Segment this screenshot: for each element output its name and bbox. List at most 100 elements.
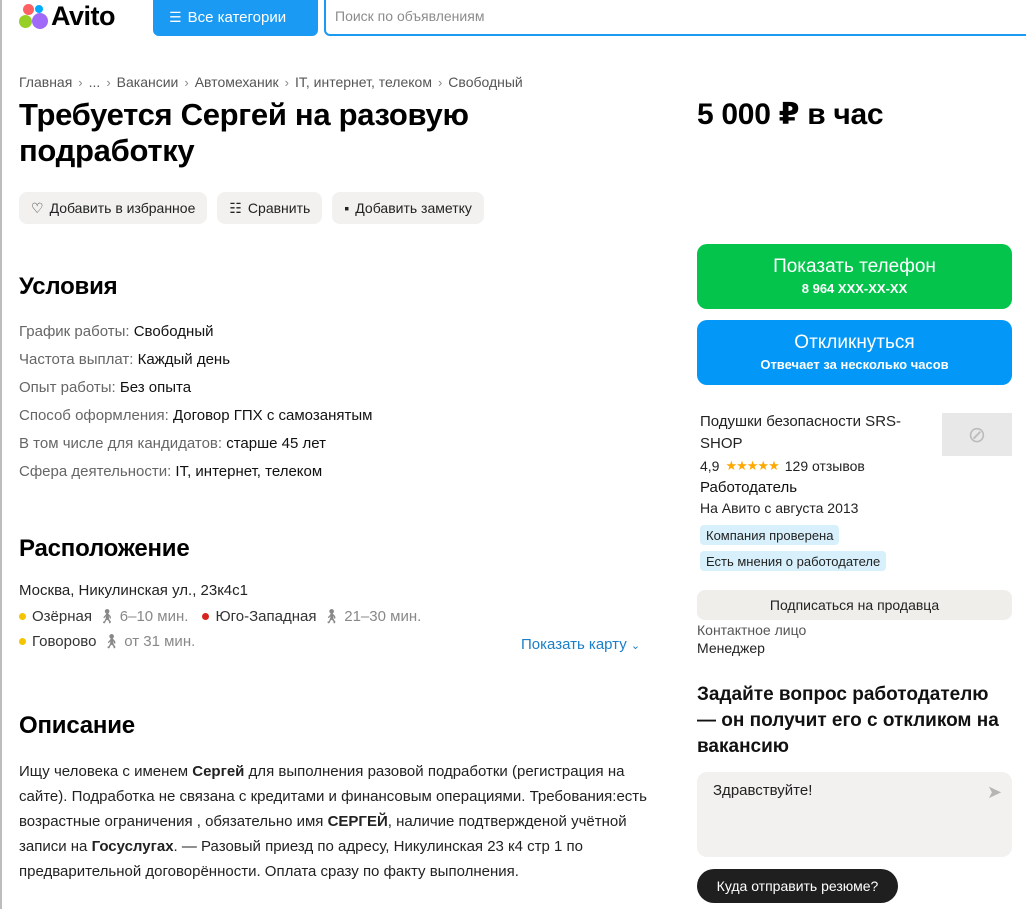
search-placeholder: Поиск по объявлениям (335, 8, 485, 24)
condition-key: Сфера деятельности: (19, 463, 172, 480)
all-categories-button[interactable]: ☰ Все категории (153, 0, 318, 36)
show-phone-button[interactable]: Показать телефон 8 964 XXX-XX-XX (697, 244, 1012, 309)
heart-icon: ♡ (31, 199, 44, 216)
breadcrumb-item[interactable]: Главная (19, 74, 72, 90)
add-favorite-button[interactable]: ♡ Добавить в избранное (19, 192, 208, 224)
search-input[interactable]: Поиск по объявлениям (324, 0, 1026, 36)
condition-row: Способ оформления: Договор ГПХ с самозан… (19, 402, 372, 430)
header: Avito ☰ Все категории Поиск по объявлени… (0, 0, 1026, 40)
seller-avatar[interactable]: ⊘ (942, 413, 1012, 456)
metro-line-dot (202, 613, 210, 620)
logo-text: Avito (51, 0, 116, 31)
breadcrumb-item[interactable]: Свободный (448, 74, 522, 90)
metro-station: Юго-Западная (215, 608, 317, 625)
description-bold: Сергей (192, 763, 245, 780)
seller-name[interactable]: Подушки безопасности SRS-SHOP (700, 411, 930, 455)
condition-row: Сфера деятельности: IT, интернет, телеко… (19, 458, 372, 486)
metro-time: 21–30 мин. (344, 608, 422, 625)
breadcrumb: Главная › ... › Вакансии › Автомеханик ›… (19, 74, 523, 90)
message-input[interactable]: Здравствуйте! ➤ (697, 772, 1012, 857)
conditions-heading: Условия (19, 273, 118, 300)
metro-time: 6–10 мин. (119, 608, 189, 625)
location-heading: Расположение (19, 535, 190, 562)
condition-value: Договор ГПХ с самозанятым (172, 407, 373, 424)
add-note-label: Добавить заметку (355, 200, 472, 216)
condition-row: Частота выплат: Каждый день (19, 346, 372, 374)
condition-value: Свободный (133, 323, 214, 340)
condition-row: Опыт работы: Без опыта (19, 374, 372, 402)
walking-icon: 🚶︎ (102, 633, 121, 649)
send-icon[interactable]: ➤ (987, 782, 1002, 803)
star-icon: ★★★★★ (725, 458, 779, 473)
respond-button[interactable]: Откликнуться Отвечает за несколько часов (697, 320, 1012, 385)
page-title: Требуется Сергей на разовую подработку (19, 97, 469, 168)
metro-row: Озёрная 🚶︎ 6–10 мин. Юго-Западная 🚶︎ 21–… (19, 608, 421, 625)
verified-badge[interactable]: Компания проверена (700, 525, 840, 545)
condition-value: Без опыта (119, 379, 192, 396)
metro-line-dot (19, 613, 26, 620)
chevron-right-icon: › (437, 74, 443, 90)
add-note-button[interactable]: ▪ Добавить заметку (332, 192, 484, 224)
avito-logo[interactable]: Avito (18, 0, 116, 32)
walking-icon: 🚶︎ (97, 608, 116, 624)
subscribe-button[interactable]: Подписаться на продавца (697, 590, 1012, 620)
note-icon: ▪ (344, 200, 350, 216)
condition-key: Способ оформления: (19, 407, 169, 424)
chevron-right-icon: › (78, 74, 83, 90)
breadcrumb-item[interactable]: IT, интернет, телеком (295, 74, 432, 90)
condition-value: старше 45 лет (226, 435, 326, 452)
chevron-down-icon: ⌄ (630, 640, 641, 652)
compare-button[interactable]: ☷ Сравнить (217, 192, 323, 224)
description-bold: Госуслугах (91, 838, 174, 855)
description-part: Ищу человека с именем (19, 763, 193, 780)
seller-since: На Авито с августа 2013 (700, 500, 859, 516)
message-text: Здравствуйте! (713, 782, 813, 799)
respond-label: Откликнуться (794, 332, 915, 353)
ask-heading: Задайте вопрос работодателю — он получит… (697, 684, 999, 757)
phone-number: 8 964 XXX-XX-XX (801, 281, 908, 296)
breadcrumb-item[interactable]: Вакансии (117, 74, 179, 90)
metro-time: от 31 мин. (124, 633, 196, 650)
breadcrumb-item[interactable]: ... (89, 74, 101, 90)
window-edge (0, 0, 2, 909)
metro-station: Озёрная (32, 608, 92, 625)
logo-icon (18, 1, 48, 31)
description-bold: СЕРГЕЙ (327, 813, 388, 830)
chevron-right-icon: › (106, 74, 111, 90)
show-map-label: Показать карту (521, 636, 627, 653)
condition-key: Частота выплат: (19, 351, 134, 368)
description-text: Ищу человека с именем Сергей для выполне… (19, 759, 659, 884)
condition-key: График работы: (19, 323, 130, 340)
seller-role: Работодатель (700, 479, 798, 496)
reviews-link[interactable]: 129 отзывов (785, 458, 865, 474)
search-menu-icon: ☰ (169, 8, 182, 25)
metro-station: Говорово (32, 633, 97, 650)
price: 5 000 ₽ в час (697, 98, 884, 131)
metro-line-dot (19, 638, 26, 645)
contact-value: Менеджер (697, 640, 765, 656)
show-map-link[interactable]: Показать карту ⌄ (521, 636, 640, 653)
condition-value: Каждый день (137, 351, 231, 368)
conditions-list: График работы: Свободный Частота выплат:… (19, 318, 372, 486)
condition-key: Опыт работы: (19, 379, 116, 396)
address: Москва, Никулинская ул., 23к4с1 (19, 582, 248, 599)
all-categories-label: Все категории (187, 8, 287, 26)
chevron-right-icon: › (184, 74, 189, 90)
breadcrumb-item[interactable]: Автомеханик (195, 74, 279, 90)
compare-label: Сравнить (247, 200, 311, 216)
where-send-resume-button[interactable]: Куда отправить резюме? (697, 869, 898, 903)
condition-row: В том числе для кандидатов: старше 45 ле… (19, 430, 372, 458)
walking-icon: 🚶︎ (322, 608, 341, 624)
add-favorite-label: Добавить в избранное (49, 200, 196, 216)
compare-icon: ☷ (229, 199, 242, 216)
description-heading: Описание (19, 712, 135, 739)
condition-value: IT, интернет, телеком (175, 463, 323, 480)
opinions-badge[interactable]: Есть мнения о работодателе (700, 551, 887, 571)
respond-subtitle: Отвечает за несколько часов (760, 357, 949, 372)
condition-key: В том числе для кандидатов: (19, 435, 223, 452)
chevron-right-icon: › (284, 74, 289, 90)
condition-row: График работы: Свободный (19, 318, 372, 346)
rating-value: 4,9 (700, 458, 720, 474)
metro-row: Говорово 🚶︎ от 31 мин. (19, 633, 195, 650)
contact-label: Контактное лицо (697, 622, 807, 638)
